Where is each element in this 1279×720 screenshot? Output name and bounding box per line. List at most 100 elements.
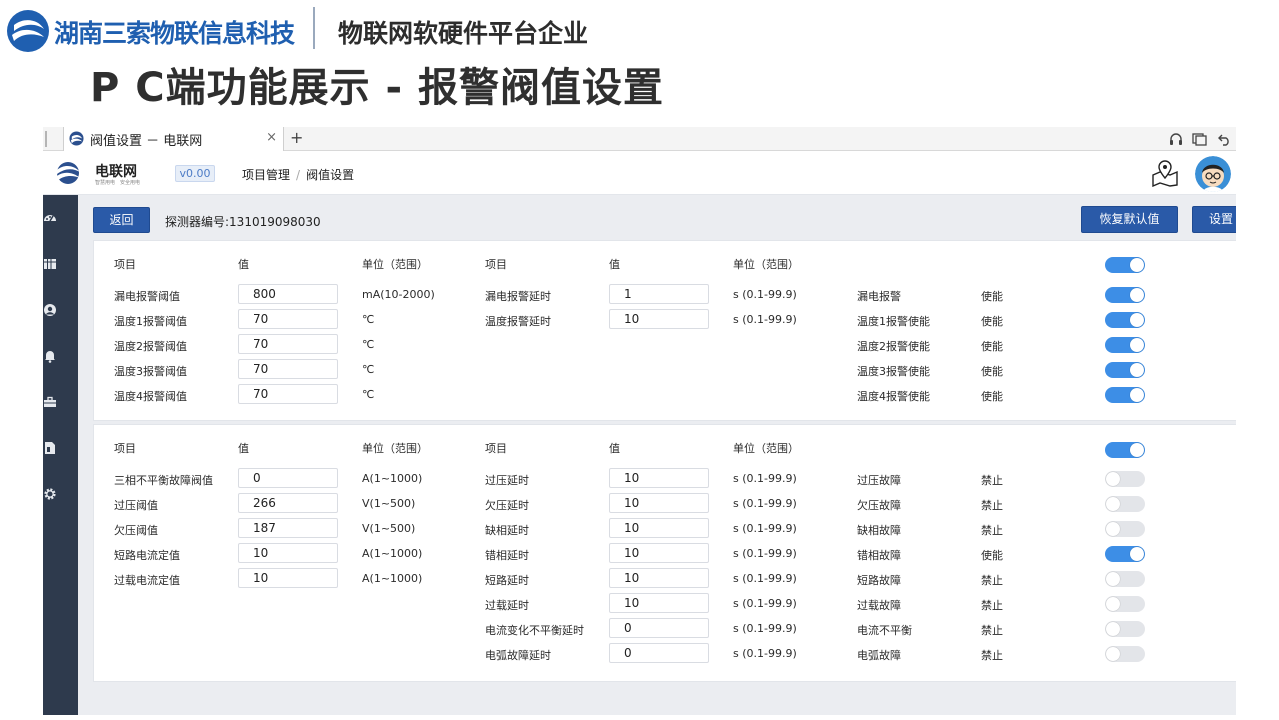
toggle-knob — [1106, 622, 1120, 636]
delay-input[interactable]: 0 — [609, 618, 709, 638]
breadcrumb-separator: / — [296, 168, 301, 182]
delay-label: 电弧故障延时 — [485, 649, 551, 662]
alarm-toggle[interactable] — [1105, 387, 1145, 403]
fault-toggle[interactable] — [1105, 521, 1145, 537]
alarm-toggle[interactable] — [1105, 337, 1145, 353]
version-badge: v0.00 — [175, 165, 215, 182]
master-toggle[interactable] — [1105, 442, 1145, 458]
delay-input[interactable]: 10 — [609, 518, 709, 538]
brand-name: 湖南三索物联信息科技 — [54, 19, 295, 48]
document-icon[interactable] — [43, 441, 57, 455]
unit-label: mA(10-2000) — [362, 288, 435, 301]
threshold-input[interactable]: 0 — [238, 468, 338, 488]
threshold-label: 过载电流定值 — [114, 574, 180, 587]
restore-defaults-button[interactable]: 恢复默认值 — [1081, 206, 1178, 233]
toolbox-icon[interactable] — [43, 395, 57, 409]
unit-label: s (0.1-99.9) — [733, 647, 797, 660]
unit-label: A(1~1000) — [362, 547, 423, 560]
delay-input[interactable]: 10 — [609, 568, 709, 588]
toggle-knob — [1130, 363, 1144, 377]
unit-label: s (0.1-99.9) — [733, 313, 797, 326]
alarm-status: 使能 — [981, 290, 1003, 303]
app-name: 电联网 — [95, 164, 137, 180]
threshold-input[interactable]: 10 — [238, 568, 338, 588]
alarm-toggle[interactable] — [1105, 362, 1145, 378]
map-location-icon[interactable] — [1150, 159, 1180, 187]
delay-input[interactable]: 1 — [609, 284, 709, 304]
breadcrumb-item-project[interactable]: 项目管理 — [242, 168, 290, 182]
headphones-icon[interactable] — [1169, 132, 1183, 146]
delay-input[interactable]: 10 — [609, 493, 709, 513]
unit-label: V(1~500) — [362, 522, 416, 535]
threshold-input[interactable]: 70 — [238, 384, 338, 404]
window-icon[interactable] — [1192, 132, 1207, 146]
column-header-unit: 单位（范围） — [733, 442, 799, 455]
alarm-toggle[interactable] — [1105, 312, 1145, 328]
unit-label: s (0.1-99.9) — [733, 497, 797, 510]
favicon-icon — [69, 131, 84, 146]
bell-icon[interactable] — [43, 349, 57, 363]
undo-icon[interactable] — [1218, 132, 1232, 146]
fault-name: 错相故障 — [857, 549, 901, 562]
fault-status: 禁止 — [981, 624, 1003, 637]
delay-label: 过载延时 — [485, 599, 529, 612]
threshold-input[interactable]: 70 — [238, 309, 338, 329]
delay-input[interactable]: 10 — [609, 593, 709, 613]
delay-input[interactable]: 10 — [609, 468, 709, 488]
delay-input[interactable]: 10 — [609, 543, 709, 563]
alarm-status: 使能 — [981, 365, 1003, 378]
fault-toggle[interactable] — [1105, 646, 1145, 662]
new-tab-button[interactable]: + — [290, 128, 303, 147]
fault-status: 禁止 — [981, 574, 1003, 587]
fault-toggle[interactable] — [1105, 546, 1145, 562]
threshold-input[interactable]: 187 — [238, 518, 338, 538]
slide-header: 湖南三索物联信息科技 物联网软硬件平台企业 P C端功能展示 - 报警阀值设置 — [0, 0, 1279, 120]
user-icon[interactable] — [43, 303, 57, 317]
master-toggle[interactable] — [1105, 257, 1145, 273]
browser-tab[interactable]: 阀值设置 － 电联网 × — [63, 127, 284, 151]
avatar[interactable] — [1195, 156, 1231, 192]
set-button[interactable]: 设置 — [1192, 206, 1236, 233]
fault-toggle[interactable] — [1105, 571, 1145, 587]
delay-label: 过压延时 — [485, 474, 529, 487]
alarm-name: 温度2报警使能 — [857, 340, 930, 353]
dashboard-icon[interactable] — [43, 211, 57, 225]
alarm-toggle[interactable] — [1105, 287, 1145, 303]
fault-toggle[interactable] — [1105, 471, 1145, 487]
fault-toggle[interactable] — [1105, 596, 1145, 612]
unit-label: s (0.1-99.9) — [733, 288, 797, 301]
sidebar — [43, 195, 78, 715]
toggle-knob — [1106, 522, 1120, 536]
threshold-input[interactable]: 266 — [238, 493, 338, 513]
gear-icon[interactable] — [43, 487, 57, 501]
delay-input[interactable]: 10 — [609, 309, 709, 329]
back-button[interactable]: 返回 — [93, 207, 150, 233]
tab-close-icon[interactable]: × — [266, 130, 277, 145]
alarm-name: 温度4报警使能 — [857, 390, 930, 403]
fault-threshold-panel: 项目 值 单位（范围） 项目 值 单位（范围） 三相不平衡故障阀值 0 A(1~… — [93, 424, 1236, 682]
column-header-item: 项目 — [485, 442, 507, 455]
fault-name: 短路故障 — [857, 574, 901, 587]
fault-status: 禁止 — [981, 649, 1003, 662]
fault-status: 使能 — [981, 549, 1003, 562]
threshold-input[interactable]: 800 — [238, 284, 338, 304]
delay-input[interactable]: 0 — [609, 643, 709, 663]
device-number-label: 探测器编号:131019098030 — [165, 215, 321, 229]
grid-icon[interactable] — [43, 257, 57, 271]
threshold-label: 欠压阈值 — [114, 524, 158, 537]
unit-label: s (0.1-99.9) — [733, 597, 797, 610]
threshold-input[interactable]: 70 — [238, 334, 338, 354]
browser-tabbar: 阀值设置 － 电联网 × + — [43, 127, 1236, 151]
threshold-input[interactable]: 10 — [238, 543, 338, 563]
alarm-status: 使能 — [981, 315, 1003, 328]
column-header-unit: 单位（范围） — [362, 258, 428, 271]
toggle-knob — [1130, 388, 1144, 402]
threshold-label: 三相不平衡故障阀值 — [114, 474, 213, 487]
unit-label: A(1~1000) — [362, 472, 423, 485]
delay-label: 温度报警延时 — [485, 315, 551, 328]
fault-toggle[interactable] — [1105, 621, 1145, 637]
fault-name: 过载故障 — [857, 599, 901, 612]
toggle-knob — [1106, 572, 1120, 586]
fault-toggle[interactable] — [1105, 496, 1145, 512]
threshold-input[interactable]: 70 — [238, 359, 338, 379]
